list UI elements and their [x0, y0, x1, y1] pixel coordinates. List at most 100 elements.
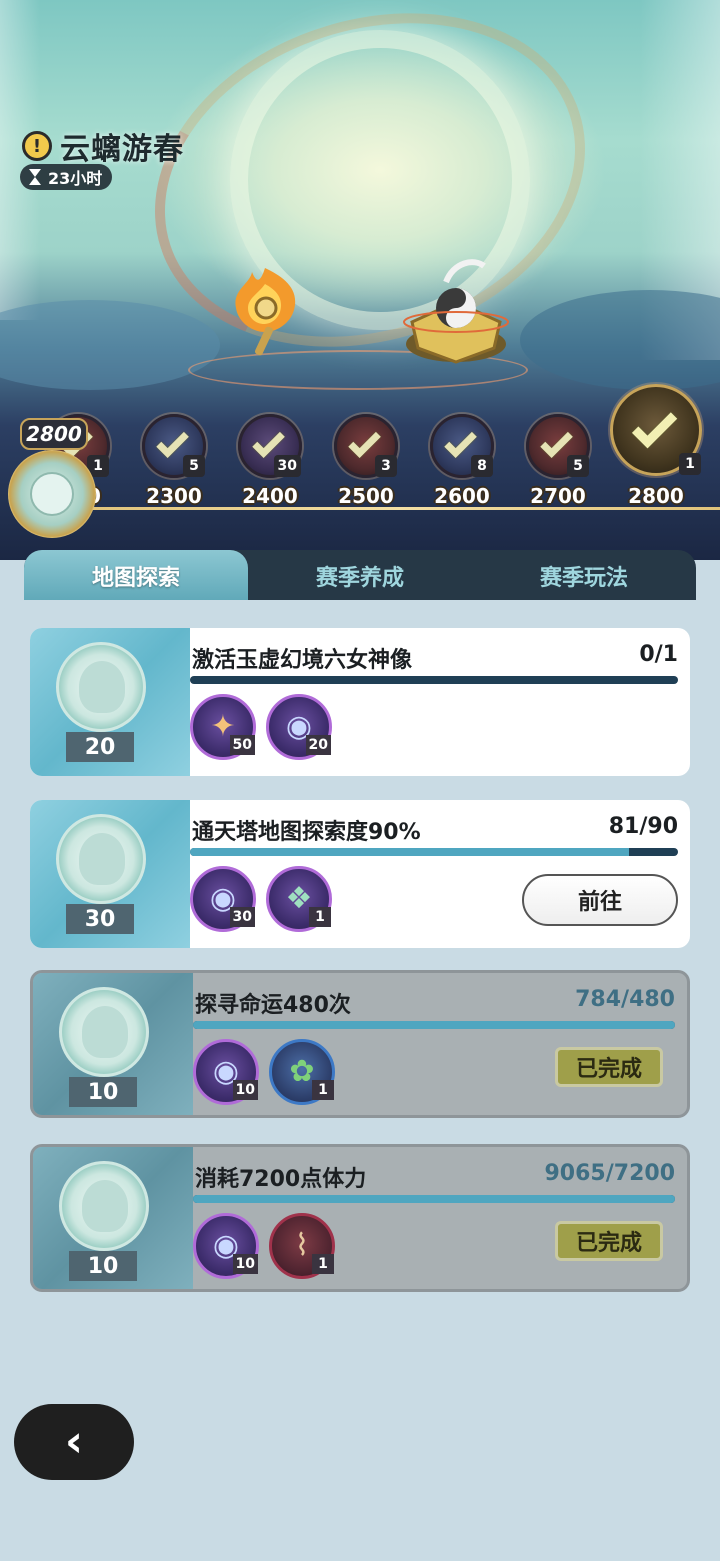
star-crystal-icon[interactable]: ✦ 50	[190, 694, 256, 760]
claimed-check-icon	[540, 425, 573, 459]
task-card-completed: 10 探寻命运480次 784/480 ◉ 10 ✿ 1 已完成	[30, 970, 690, 1118]
node-count: 30	[273, 455, 301, 477]
item-count: 1	[309, 907, 331, 927]
node-count: 5	[183, 455, 205, 477]
tab-season-gameplay[interactable]: 赛季玩法	[472, 550, 696, 602]
task-progress: 0/1	[639, 642, 678, 667]
chevron-left-icon: ‹	[64, 1416, 84, 1467]
track-label: 2500	[338, 484, 394, 508]
event-title: 云螭游春	[60, 132, 184, 167]
track-milestone-chest[interactable]: 1	[610, 384, 702, 476]
claimed-check-icon	[156, 425, 189, 459]
track-label: 2600	[434, 484, 490, 508]
fate-orb-icon[interactable]: ◉ 30	[190, 866, 256, 932]
task-progress-bar	[190, 848, 678, 856]
task-title: 通天塔地图探索度90%	[192, 820, 421, 845]
node-count: 1	[679, 453, 701, 475]
tab-season-growth[interactable]: 赛季养成	[248, 550, 472, 602]
task-title: 探寻命运480次	[195, 993, 351, 1018]
coin-face	[82, 1006, 128, 1058]
cloud	[520, 290, 720, 390]
fate-orb-icon[interactable]: ◉ 10	[193, 1039, 259, 1105]
gem-bouquet-icon[interactable]: ❖ 1	[266, 866, 332, 932]
completed-badge: 已完成	[555, 1047, 663, 1087]
current-score-badge: 2800	[20, 418, 88, 450]
event-banner: ! 云螭游春 23小时 1 5 30 3 8 5 1 2300 2400 250…	[0, 0, 720, 560]
coin-face	[79, 661, 125, 713]
task-reward-area: 20	[30, 628, 190, 776]
task-reward-area: 10	[33, 1147, 193, 1289]
reward-items: ◉ 30 ❖ 1	[190, 866, 332, 932]
track-label: 2700	[530, 484, 586, 508]
coin-value: 20	[66, 732, 134, 762]
node-count: 5	[567, 455, 589, 477]
item-count: 30	[229, 907, 255, 927]
fate-orb-icon[interactable]: ◉ 10	[193, 1213, 259, 1279]
current-progress-coin-icon	[8, 450, 96, 538]
track-reward-node[interactable]: 3	[334, 414, 398, 478]
track-reward-node[interactable]: 5	[142, 414, 206, 478]
task-progress: 81/90	[608, 814, 678, 839]
track-reward-node[interactable]: 30	[238, 414, 302, 478]
info-alert-icon[interactable]: !	[22, 131, 52, 161]
tab-map-explore[interactable]: 地图探索	[24, 550, 248, 602]
herb-dish-icon[interactable]: ✿ 1	[269, 1039, 335, 1105]
reward-items: ◉ 10 ✿ 1	[193, 1039, 335, 1105]
season-coin-icon	[56, 642, 146, 732]
claimed-check-icon	[444, 425, 477, 459]
progress-fill	[193, 1021, 675, 1029]
season-coin-icon	[59, 987, 149, 1077]
coin-value: 10	[69, 1251, 137, 1281]
progress-fill	[193, 1195, 675, 1203]
event-title-row: ! 云螭游春	[22, 124, 184, 168]
completed-badge: 已完成	[555, 1221, 663, 1261]
scroll-icon[interactable]: ⌇ 1	[269, 1213, 335, 1279]
track-reward-node[interactable]: 8	[430, 414, 494, 478]
claimed-check-icon	[252, 425, 285, 459]
task-card: 30 通天塔地图探索度90% 81/90 ◉ 30 ❖ 1 前往	[30, 800, 690, 948]
task-progress-bar	[190, 676, 678, 684]
item-count: 10	[232, 1254, 258, 1274]
back-button[interactable]: ‹	[14, 1404, 134, 1480]
task-card: 20 激活玉虚幻境六女神像 0/1 ✦ 50 ◉ 20	[30, 628, 690, 776]
task-card-completed: 10 消耗7200点体力 9065/7200 ◉ 10 ⌇ 1 已完成	[30, 1144, 690, 1292]
hourglass-icon	[28, 169, 42, 185]
track-label: 2300	[146, 484, 202, 508]
item-count: 1	[312, 1080, 334, 1100]
task-progress-bar	[193, 1195, 675, 1203]
task-title: 激活玉虚幻境六女神像	[192, 648, 413, 673]
progress-fill	[190, 848, 630, 856]
flame-scepter-reward-icon[interactable]	[222, 262, 308, 362]
node-count: 8	[471, 455, 493, 477]
task-progress: 9065/7200	[544, 1161, 676, 1186]
coin-value: 10	[69, 1077, 137, 1107]
claimed-check-icon	[348, 425, 381, 459]
fate-orb-icon[interactable]: ◉ 20	[266, 694, 332, 760]
coin-value: 30	[66, 904, 134, 934]
item-count: 10	[232, 1080, 258, 1100]
item-count: 1	[312, 1254, 334, 1274]
track-label: 2400	[242, 484, 298, 508]
task-title: 消耗7200点体力	[195, 1167, 367, 1192]
timer-text: 23小时	[48, 169, 103, 188]
track-label: 2800	[628, 484, 684, 508]
reward-items: ✦ 50 ◉ 20	[190, 694, 332, 760]
task-reward-area: 30	[30, 800, 190, 948]
coin-face	[30, 472, 74, 516]
task-progress-bar	[193, 1021, 675, 1029]
yinyang-altar-reward-icon[interactable]	[398, 252, 514, 370]
coin-face	[79, 833, 125, 885]
claimed-check-icon	[631, 403, 678, 449]
item-count: 20	[305, 735, 331, 755]
task-progress: 784/480	[575, 987, 675, 1012]
item-count: 50	[229, 735, 255, 755]
task-reward-area: 10	[33, 973, 193, 1115]
goto-button[interactable]: 前往	[522, 874, 678, 926]
season-coin-icon	[59, 1161, 149, 1251]
track-reward-node[interactable]: 5	[526, 414, 590, 478]
tab-bar: 地图探索 赛季养成 赛季玩法	[24, 550, 696, 602]
event-timer: 23小时	[20, 164, 113, 190]
season-coin-icon	[56, 814, 146, 904]
node-count: 3	[375, 455, 397, 477]
coin-face	[82, 1180, 128, 1232]
